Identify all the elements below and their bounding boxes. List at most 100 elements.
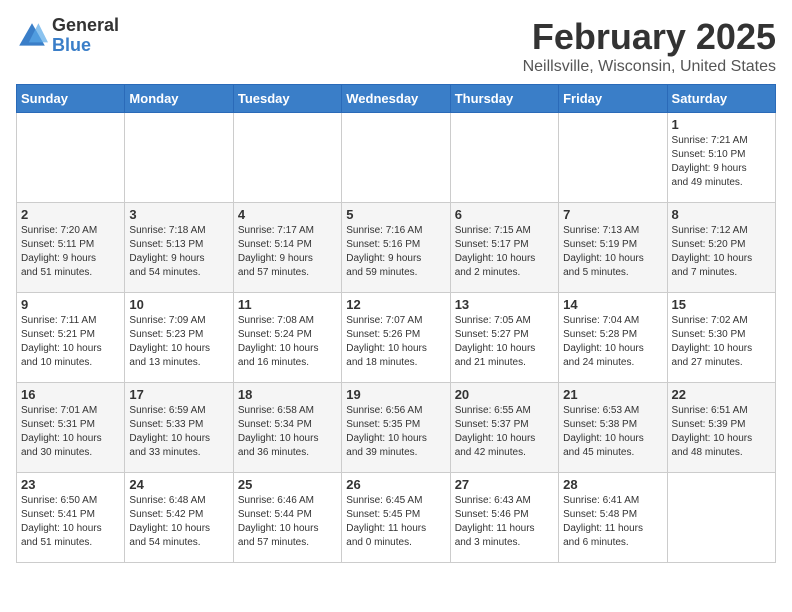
- day-info: Sunrise: 6:41 AM Sunset: 5:48 PM Dayligh…: [563, 494, 662, 550]
- weekday-header-saturday: Saturday: [667, 85, 775, 113]
- day-number: 20: [455, 387, 554, 402]
- title-area: February 2025 Neillsville, Wisconsin, Un…: [523, 16, 776, 76]
- day-info: Sunrise: 7:05 AM Sunset: 5:27 PM Dayligh…: [455, 314, 554, 370]
- weekday-header-friday: Friday: [559, 85, 667, 113]
- day-info: Sunrise: 7:21 AM Sunset: 5:10 PM Dayligh…: [672, 134, 771, 190]
- weekday-header-row: SundayMondayTuesdayWednesdayThursdayFrid…: [17, 85, 776, 113]
- day-number: 1: [672, 117, 771, 132]
- month-title: February 2025: [523, 16, 776, 58]
- calendar-cell: [125, 113, 233, 203]
- week-row-5: 23 Sunrise: 6:50 AM Sunset: 5:41 PM Dayli…: [17, 473, 776, 563]
- day-info: Sunrise: 6:53 AM Sunset: 5:38 PM Dayligh…: [563, 404, 662, 460]
- weekday-header-tuesday: Tuesday: [233, 85, 341, 113]
- header: General Blue February 2025 Neillsville, …: [16, 16, 776, 76]
- calendar-cell: 11 Sunrise: 7:08 AM Sunset: 5:24 PM Dayli…: [233, 293, 341, 383]
- day-info: Sunrise: 6:43 AM Sunset: 5:46 PM Dayligh…: [455, 494, 554, 550]
- calendar-cell: 8Sunrise: 7:12 AM Sunset: 5:20 PM Daylig…: [667, 203, 775, 293]
- day-info: Sunrise: 7:09 AM Sunset: 5:23 PM Dayligh…: [129, 314, 228, 370]
- day-info: Sunrise: 7:16 AM Sunset: 5:16 PM Dayligh…: [346, 224, 445, 280]
- week-row-4: 16Sunrise: 7:01 AM Sunset: 5:31 PM Dayli…: [17, 383, 776, 473]
- day-number: 24: [129, 477, 228, 492]
- calendar-cell: 1 Sunrise: 7:21 AM Sunset: 5:10 PM Daylig…: [667, 113, 775, 203]
- calendar-cell: 6 Sunrise: 7:15 AM Sunset: 5:17 PM Daylig…: [450, 203, 558, 293]
- calendar-cell: [17, 113, 125, 203]
- weekday-header-wednesday: Wednesday: [342, 85, 450, 113]
- calendar-cell: [450, 113, 558, 203]
- day-info: Sunrise: 6:48 AM Sunset: 5:42 PM Dayligh…: [129, 494, 228, 550]
- day-number: 21: [563, 387, 662, 402]
- day-info: Sunrise: 6:46 AM Sunset: 5:44 PM Dayligh…: [238, 494, 337, 550]
- calendar-cell: 3 Sunrise: 7:18 AM Sunset: 5:13 PM Daylig…: [125, 203, 233, 293]
- calendar-cell: 15 Sunrise: 7:02 AM Sunset: 5:30 PM Dayli…: [667, 293, 775, 383]
- day-info: Sunrise: 7:17 AM Sunset: 5:14 PM Dayligh…: [238, 224, 337, 280]
- calendar-cell: 13 Sunrise: 7:05 AM Sunset: 5:27 PM Dayli…: [450, 293, 558, 383]
- day-number: 13: [455, 297, 554, 312]
- calendar-cell: [233, 113, 341, 203]
- day-info: Sunrise: 6:59 AM Sunset: 5:33 PM Dayligh…: [129, 404, 228, 460]
- day-info: Sunrise: 7:13 AM Sunset: 5:19 PM Dayligh…: [563, 224, 662, 280]
- day-number: 11: [238, 297, 337, 312]
- weekday-header-thursday: Thursday: [450, 85, 558, 113]
- calendar-cell: [342, 113, 450, 203]
- day-info: Sunrise: 7:02 AM Sunset: 5:30 PM Dayligh…: [672, 314, 771, 370]
- weekday-header-monday: Monday: [125, 85, 233, 113]
- day-number: 12: [346, 297, 445, 312]
- day-number: 3: [129, 207, 228, 222]
- week-row-1: 1 Sunrise: 7:21 AM Sunset: 5:10 PM Daylig…: [17, 113, 776, 203]
- calendar-cell: 25 Sunrise: 6:46 AM Sunset: 5:44 PM Dayli…: [233, 473, 341, 563]
- day-number: 26: [346, 477, 445, 492]
- calendar-cell: 23 Sunrise: 6:50 AM Sunset: 5:41 PM Dayli…: [17, 473, 125, 563]
- week-row-3: 9 Sunrise: 7:11 AM Sunset: 5:21 PM Daylig…: [17, 293, 776, 383]
- day-info: Sunrise: 7:18 AM Sunset: 5:13 PM Dayligh…: [129, 224, 228, 280]
- week-row-2: 2 Sunrise: 7:20 AM Sunset: 5:11 PM Daylig…: [17, 203, 776, 293]
- day-info: Sunrise: 7:20 AM Sunset: 5:11 PM Dayligh…: [21, 224, 120, 280]
- day-number: 9: [21, 297, 120, 312]
- day-number: 6: [455, 207, 554, 222]
- day-number: 2: [21, 207, 120, 222]
- logo-text: General Blue: [52, 16, 119, 56]
- location-title: Neillsville, Wisconsin, United States: [523, 58, 776, 76]
- calendar-cell: [559, 113, 667, 203]
- day-number: 10: [129, 297, 228, 312]
- calendar-cell: 27 Sunrise: 6:43 AM Sunset: 5:46 PM Dayli…: [450, 473, 558, 563]
- logo-blue: Blue: [52, 36, 119, 56]
- day-number: 19: [346, 387, 445, 402]
- day-number: 25: [238, 477, 337, 492]
- day-info: Sunrise: 6:50 AM Sunset: 5:41 PM Dayligh…: [21, 494, 120, 550]
- calendar-cell: 26Sunrise: 6:45 AM Sunset: 5:45 PM Dayli…: [342, 473, 450, 563]
- calendar-cell: 5 Sunrise: 7:16 AM Sunset: 5:16 PM Daylig…: [342, 203, 450, 293]
- logo-general: General: [52, 16, 119, 36]
- day-number: 14: [563, 297, 662, 312]
- day-info: Sunrise: 7:15 AM Sunset: 5:17 PM Dayligh…: [455, 224, 554, 280]
- calendar-cell: 16Sunrise: 7:01 AM Sunset: 5:31 PM Dayli…: [17, 383, 125, 473]
- day-info: Sunrise: 6:58 AM Sunset: 5:34 PM Dayligh…: [238, 404, 337, 460]
- calendar-cell: 22 Sunrise: 6:51 AM Sunset: 5:39 PM Dayli…: [667, 383, 775, 473]
- calendar-cell: 18 Sunrise: 6:58 AM Sunset: 5:34 PM Dayli…: [233, 383, 341, 473]
- calendar-cell: [667, 473, 775, 563]
- calendar-cell: 12Sunrise: 7:07 AM Sunset: 5:26 PM Dayli…: [342, 293, 450, 383]
- weekday-header-sunday: Sunday: [17, 85, 125, 113]
- logo: General Blue: [16, 16, 119, 56]
- calendar-cell: 20Sunrise: 6:55 AM Sunset: 5:37 PM Dayli…: [450, 383, 558, 473]
- day-number: 5: [346, 207, 445, 222]
- calendar-cell: 9 Sunrise: 7:11 AM Sunset: 5:21 PM Daylig…: [17, 293, 125, 383]
- day-number: 27: [455, 477, 554, 492]
- logo-icon: [16, 20, 48, 52]
- day-info: Sunrise: 7:08 AM Sunset: 5:24 PM Dayligh…: [238, 314, 337, 370]
- day-number: 23: [21, 477, 120, 492]
- day-number: 15: [672, 297, 771, 312]
- day-number: 4: [238, 207, 337, 222]
- day-info: Sunrise: 6:51 AM Sunset: 5:39 PM Dayligh…: [672, 404, 771, 460]
- calendar-cell: 2 Sunrise: 7:20 AM Sunset: 5:11 PM Daylig…: [17, 203, 125, 293]
- day-number: 17: [129, 387, 228, 402]
- day-number: 8: [672, 207, 771, 222]
- day-number: 18: [238, 387, 337, 402]
- day-number: 22: [672, 387, 771, 402]
- calendar-cell: 28 Sunrise: 6:41 AM Sunset: 5:48 PM Dayli…: [559, 473, 667, 563]
- calendar-cell: 17 Sunrise: 6:59 AM Sunset: 5:33 PM Dayli…: [125, 383, 233, 473]
- day-number: 28: [563, 477, 662, 492]
- day-info: Sunrise: 7:04 AM Sunset: 5:28 PM Dayligh…: [563, 314, 662, 370]
- day-info: Sunrise: 7:11 AM Sunset: 5:21 PM Dayligh…: [21, 314, 120, 370]
- calendar-table: SundayMondayTuesdayWednesdayThursdayFrid…: [16, 84, 776, 563]
- calendar-cell: 21 Sunrise: 6:53 AM Sunset: 5:38 PM Dayli…: [559, 383, 667, 473]
